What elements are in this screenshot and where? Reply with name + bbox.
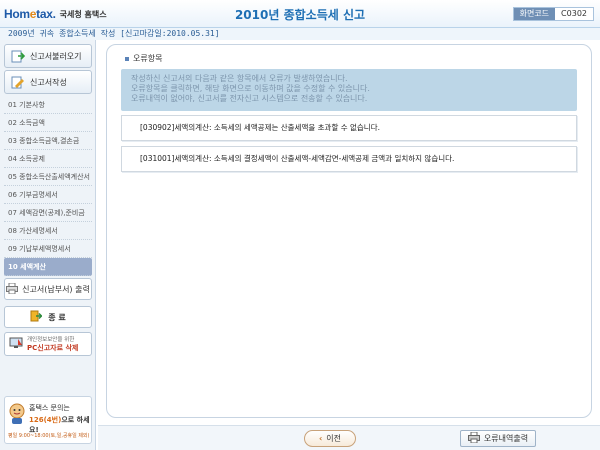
sub-header: 2009년 귀속 종합소득세 작성 [신고마감일:2010.05.31] (0, 28, 600, 40)
sidebar: 신고서불러오기 신고서작성 01 기본사항 02 소득금액 03 종합소득금액,… (0, 40, 96, 450)
screen-code: 화면코드 C0302 (512, 7, 594, 21)
sidebar-item-reduction[interactable]: 07 세액감면(공제),준비금 (4, 204, 92, 222)
sidebar-item-additional-tax[interactable]: 08 가산세명세서 (4, 222, 92, 240)
info-line: 오류내역이 없어야, 신고서를 전자신고 시스템으로 전송할 수 있습니다. (131, 94, 368, 103)
logo-mark: Hometax. (4, 7, 56, 21)
pc-data-delete-button[interactable]: 개인정보보안을 위한 PC신고자료 삭제 (4, 332, 92, 356)
mascot-icon (8, 403, 26, 425)
load-return-label: 신고서불러오기 (30, 51, 82, 61)
section-title-text: 오류항목 (133, 54, 163, 63)
chevron-left-icon: ‹ (318, 434, 323, 443)
pc-icon (9, 337, 23, 351)
help-number: 126(4번) (29, 416, 62, 424)
sidebar-item-calculated-tax[interactable]: 05 종합소득산출세액계산서 (4, 168, 92, 186)
prev-button[interactable]: ‹ 이전 (304, 430, 356, 447)
section-title: 오류항목 (125, 53, 162, 64)
print-return-label: 신고서(납부서) 출력 (22, 284, 90, 294)
load-return-button[interactable]: 신고서불러오기 (4, 44, 92, 68)
top-bar: Hometax. 국세청 홈택스 2010년 종합소득세 신고 화면코드 C03… (0, 0, 600, 28)
prev-label: 이전 (326, 434, 342, 443)
info-line: 작성하신 신고서의 다음과 같은 항목에서 오류가 발생하였습니다. (131, 74, 348, 83)
sidebar-item-total-income[interactable]: 03 종합소득금액,결손금 (4, 132, 92, 150)
pc-notice-line1: 개인정보보안을 위한 (27, 337, 75, 343)
help-line1: 홈택스 문의는 (29, 404, 70, 412)
pc-notice-line2: PC신고자료 삭제 (27, 344, 79, 352)
bottom-bar: ‹ 이전 오류내역출력 (98, 425, 600, 450)
help-hours: 평일 9:00~18:00(토,일,공휴일 제외) (8, 433, 90, 439)
sidebar-item-deduction[interactable]: 04 소득공제 (4, 150, 92, 168)
help-notice: 홈택스 문의는 126(4번)으로 하세요! 평일 9:00~18:00(토,일… (4, 396, 92, 444)
sidebar-item-basic[interactable]: 01 기본사항 (4, 96, 92, 114)
info-line: 오류항목을 클릭하면, 해당 화면으로 이동하며 값을 수정할 수 있습니다. (131, 84, 370, 93)
pc-data-delete-text: 개인정보보안을 위한 PC신고자료 삭제 (27, 336, 78, 352)
end-label: 종 료 (48, 312, 66, 322)
print-errors-label: 오류내역출력 (483, 434, 529, 443)
print-return-button[interactable]: 신고서(납부서) 출력 (4, 278, 92, 300)
error-item[interactable]: [031001]세액의계산: 소득세의 결정세액이 산출세액-세액감면-세액공제… (121, 146, 577, 172)
page-title: 2010년 종합소득세 신고 (234, 8, 366, 22)
sidebar-item-tax-calculation[interactable]: 10 세액계산 (4, 258, 92, 276)
error-panel: 오류항목 작성하신 신고서의 다음과 같은 항목에서 오류가 발생하였습니다. … (106, 44, 592, 418)
screen-code-value: C0302 (561, 9, 587, 18)
print-errors-button[interactable]: 오류내역출력 (460, 430, 536, 447)
main-content: 오류항목 작성하신 신고서의 다음과 같은 항목에서 오류가 발생하였습니다. … (98, 40, 598, 425)
write-icon (11, 75, 25, 89)
screen-code-label: 화면코드 (513, 8, 556, 20)
hometax-logo: Hometax. 국세청 홈택스 (4, 4, 107, 24)
info-message-box: 작성하신 신고서의 다음과 같은 항목에서 오류가 발생하였습니다. 오류항목을… (121, 69, 577, 111)
error-item[interactable]: [030902]세액의계산: 소득세의 세액공제는 산출세액을 초과할 수 없습… (121, 115, 577, 141)
logo-sub: 국세청 홈택스 (59, 9, 107, 19)
sidebar-item-prepaid-tax[interactable]: 09 기납부세액명세서 (4, 240, 92, 258)
printer-icon (467, 431, 480, 445)
nav-list: 01 기본사항 02 소득금액 03 종합소득금액,결손금 04 소득공제 05… (4, 96, 92, 276)
sidebar-item-income[interactable]: 02 소득금액 (4, 114, 92, 132)
filing-period: 2009년 귀속 종합소득세 작성 [신고마감일:2010.05.31] (8, 29, 220, 38)
write-return-label: 신고서작성 (30, 77, 67, 87)
bullet-icon (125, 56, 129, 61)
end-button[interactable]: 종 료 (4, 306, 92, 328)
sidebar-item-donation[interactable]: 06 기부금명세서 (4, 186, 92, 204)
exit-door-icon (30, 310, 43, 324)
write-return-button[interactable]: 신고서작성 (4, 70, 92, 94)
printer-icon (6, 282, 19, 296)
load-icon (11, 49, 25, 63)
